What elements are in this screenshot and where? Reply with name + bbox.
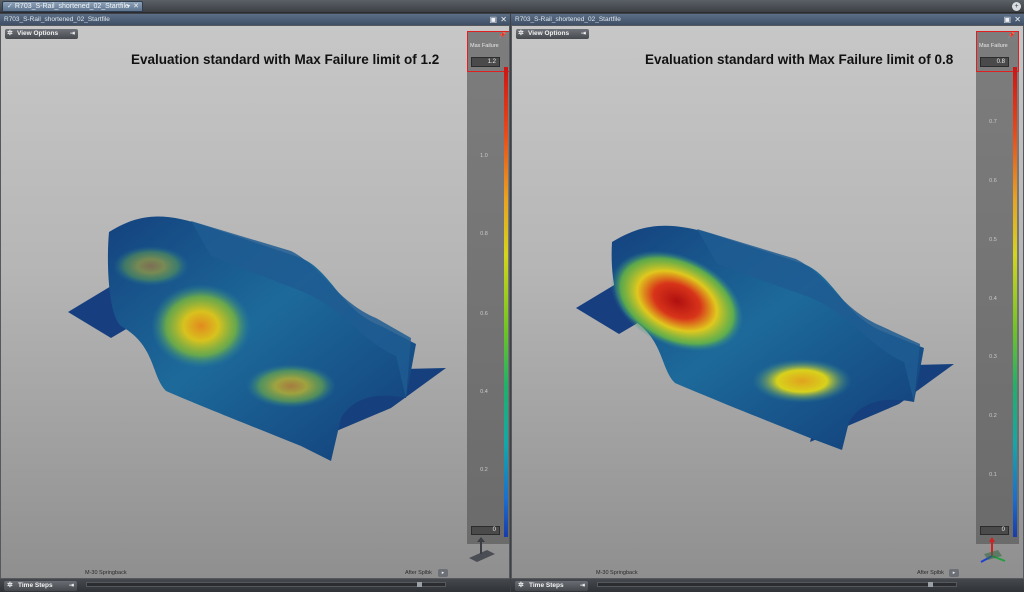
axis-triad-icon[interactable] bbox=[467, 536, 497, 566]
viewport-pane-right: R703_S-Rail_shortened_02_Startfile ▣ ✕ ✲… bbox=[511, 14, 1024, 592]
legend-tick: 0.4 bbox=[480, 389, 488, 395]
slider-handle[interactable] bbox=[928, 582, 933, 587]
maximize-icon[interactable]: ▣ bbox=[489, 14, 497, 25]
arrow-icon: ⇥ bbox=[579, 583, 585, 589]
legend-tick: 0.8 bbox=[480, 231, 488, 237]
gear-icon: ✲ bbox=[518, 582, 524, 589]
pane-title-bar: R703_S-Rail_shortened_02_Startfile ▣ ✕ bbox=[511, 14, 1024, 25]
step-next-icon[interactable]: ▸ bbox=[438, 569, 448, 577]
3d-viewport[interactable]: ✲ View Options ⇥ Evaluation standard wit… bbox=[0, 25, 510, 579]
s-rail-part-model[interactable] bbox=[1, 26, 471, 566]
document-tab-label: R703_S-Rail_shortened_02_Startfile bbox=[14, 3, 129, 10]
legend-color-bar bbox=[1013, 67, 1017, 537]
time-steps-label: Time Steps bbox=[529, 582, 564, 589]
maximize-icon[interactable]: ▣ bbox=[1003, 14, 1011, 25]
gear-icon: ✲ bbox=[7, 582, 13, 589]
check-icon: ✓ bbox=[7, 3, 13, 10]
legend-title: Max Failure bbox=[979, 43, 1008, 49]
step-next-icon[interactable]: ▸ bbox=[949, 569, 959, 577]
s-rail-part-model[interactable] bbox=[512, 26, 982, 566]
3d-viewport[interactable]: ✲ View Options ⇥ Evaluation standard wit… bbox=[511, 25, 1024, 579]
document-tab-bar: ✓ R703_S-Rail_shortened_02_Startfile ▾ ✕ … bbox=[0, 0, 1024, 13]
arrow-icon: ⇥ bbox=[68, 583, 74, 589]
step-start-label: M-30 Springback bbox=[85, 570, 127, 576]
close-icon[interactable]: ✕ bbox=[1014, 14, 1021, 25]
slider-handle[interactable] bbox=[417, 582, 422, 587]
app-root: ✓ R703_S-Rail_shortened_02_Startfile ▾ ✕ … bbox=[0, 0, 1024, 592]
time-steps-label: Time Steps bbox=[18, 582, 53, 589]
dropdown-icon[interactable]: ▾ bbox=[127, 2, 130, 12]
pane-title-bar: R703_S-Rail_shortened_02_Startfile ▣ ✕ bbox=[0, 14, 510, 25]
legend-tick: 0.1 bbox=[989, 472, 997, 478]
time-step-slider[interactable] bbox=[597, 582, 957, 587]
legend-min-input[interactable]: 0 bbox=[471, 526, 500, 535]
legend-tick: 0.2 bbox=[480, 467, 488, 473]
max-failure-legend: 📌 Max Failure 1.2 1.0 0.8 0.6 0.4 0.2 0 bbox=[467, 31, 509, 544]
legend-tick: 0.3 bbox=[989, 354, 997, 360]
legend-tick: 0.6 bbox=[989, 178, 997, 184]
pane-title: R703_S-Rail_shortened_02_Startfile bbox=[515, 16, 621, 23]
strain-zone-secondary bbox=[752, 359, 852, 403]
time-steps-button[interactable]: ✲ Time Steps ⇥ bbox=[4, 581, 77, 591]
legend-tick: 1.0 bbox=[480, 153, 488, 159]
legend-title: Max Failure bbox=[470, 43, 499, 49]
strain-zone-tertiary bbox=[113, 246, 189, 286]
pane-title: R703_S-Rail_shortened_02_Startfile bbox=[4, 16, 110, 23]
max-failure-legend: 📌 Max Failure 0.8 0.7 0.6 0.5 0.4 0.3 0.… bbox=[976, 31, 1019, 544]
legend-tick: 0.4 bbox=[989, 296, 997, 302]
close-icon[interactable]: ✕ bbox=[500, 14, 507, 25]
legend-tick: 0.7 bbox=[989, 119, 997, 125]
step-end-label: After Splbk bbox=[917, 570, 944, 576]
step-end-label: After Splbk bbox=[405, 570, 432, 576]
time-steps-bar: M-30 Springback After Splbk ▸ ✲ Time Ste… bbox=[0, 569, 510, 592]
time-steps-button[interactable]: ✲ Time Steps ⇥ bbox=[515, 581, 588, 591]
time-steps-bar: M-30 Springback After Splbk ▸ ✲ Time Ste… bbox=[511, 569, 1024, 592]
legend-color-bar bbox=[504, 67, 508, 537]
time-step-slider[interactable] bbox=[86, 582, 446, 587]
legend-tick: 0.2 bbox=[989, 413, 997, 419]
legend-tick: 0.6 bbox=[480, 311, 488, 317]
add-window-icon[interactable]: + bbox=[1012, 2, 1021, 11]
step-start-label: M-30 Springback bbox=[596, 570, 638, 576]
legend-max-input[interactable]: 0.8 bbox=[980, 57, 1009, 67]
legend-tick: 0.5 bbox=[989, 237, 997, 243]
strain-zone-primary bbox=[151, 284, 251, 368]
axis-triad-icon[interactable] bbox=[978, 536, 1008, 566]
legend-max-input[interactable]: 1.2 bbox=[471, 57, 500, 67]
legend-min-input[interactable]: 0 bbox=[980, 526, 1009, 535]
document-tab[interactable]: ✓ R703_S-Rail_shortened_02_Startfile ▾ ✕ bbox=[2, 1, 143, 12]
viewport-pane-left: R703_S-Rail_shortened_02_Startfile ▣ ✕ ✲… bbox=[0, 14, 510, 592]
close-icon[interactable]: ✕ bbox=[133, 2, 139, 12]
strain-zone-secondary bbox=[246, 364, 336, 408]
